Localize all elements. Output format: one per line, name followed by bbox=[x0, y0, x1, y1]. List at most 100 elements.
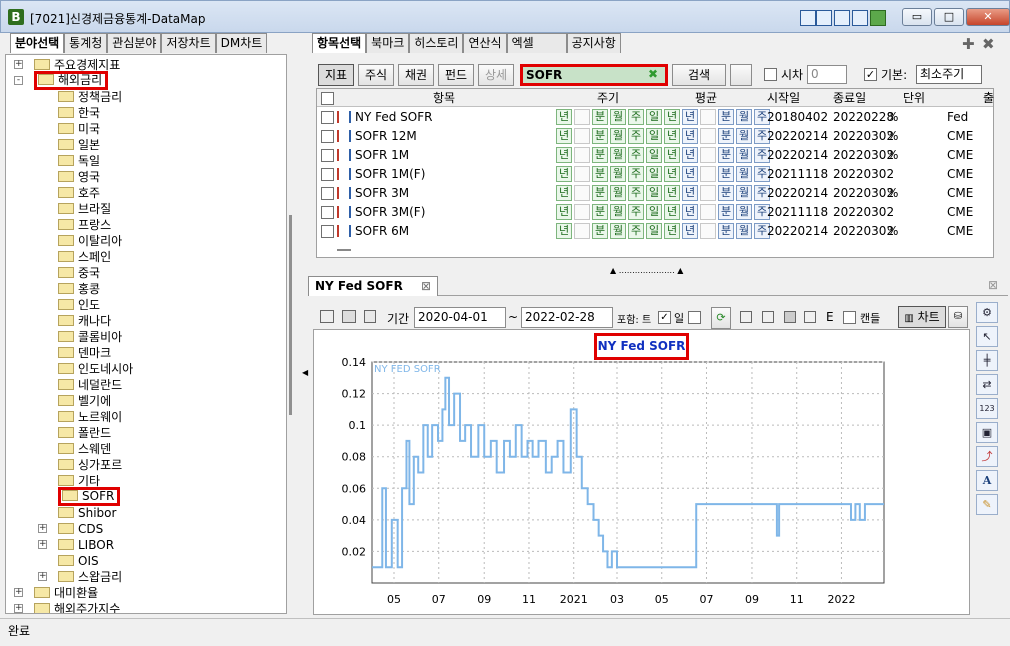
average-toggle[interactable]: 분 bbox=[718, 204, 734, 220]
candle-checkbox[interactable] bbox=[843, 311, 856, 324]
collapse-left-arrow-icon[interactable]: ◀ bbox=[302, 368, 308, 377]
period-toggle[interactable] bbox=[574, 109, 590, 125]
average-toggle[interactable] bbox=[700, 109, 716, 125]
grid-scrollbar[interactable] bbox=[337, 249, 351, 251]
period-toggle[interactable]: 월 bbox=[610, 166, 626, 182]
chart-settings-icon[interactable]: ⚙ bbox=[976, 302, 998, 323]
average-toggle[interactable]: 월 bbox=[736, 185, 752, 201]
period-toggle[interactable] bbox=[574, 185, 590, 201]
period-toggle[interactable]: 분 bbox=[592, 223, 608, 239]
average-toggle[interactable]: 분 bbox=[718, 223, 734, 239]
tree-item[interactable]: LIBOR bbox=[58, 537, 114, 553]
select-all-checkbox[interactable] bbox=[321, 92, 334, 105]
period-toggle[interactable]: 월 bbox=[610, 185, 626, 201]
tree-item[interactable]: 호주 bbox=[58, 185, 100, 201]
period-toggle[interactable]: 년 bbox=[556, 109, 572, 125]
folder-icon[interactable] bbox=[730, 64, 752, 86]
period-toggle[interactable]: 년 bbox=[556, 204, 572, 220]
tree-item[interactable]: 인도네시아 bbox=[58, 361, 133, 377]
open-folder-icon[interactable] bbox=[342, 310, 356, 323]
period-toggle[interactable] bbox=[574, 223, 590, 239]
period-toggle[interactable]: 년 bbox=[664, 204, 680, 220]
close-panel-icon[interactable]: ✖ bbox=[982, 35, 995, 53]
period-toggle[interactable]: 년 bbox=[556, 166, 572, 182]
data-label-icon[interactable]: 123 bbox=[976, 398, 998, 419]
average-toggle[interactable] bbox=[700, 223, 716, 239]
average-toggle[interactable]: 년 bbox=[682, 128, 698, 144]
chart-tab[interactable]: NY Fed SOFR ⊠ bbox=[308, 276, 438, 296]
tree-expander-icon[interactable]: + bbox=[14, 588, 23, 597]
row-checkbox[interactable] bbox=[321, 168, 334, 181]
tree-item[interactable]: 노르웨이 bbox=[58, 409, 122, 425]
row-checkbox[interactable] bbox=[321, 111, 334, 124]
tree-item[interactable]: CDS bbox=[58, 521, 103, 537]
period-toggle[interactable]: 주 bbox=[628, 109, 644, 125]
close-button[interactable]: ✕ bbox=[966, 8, 1010, 26]
row-checkbox[interactable] bbox=[321, 225, 334, 238]
minimize-button[interactable]: ▭ bbox=[902, 8, 932, 26]
maximize-button[interactable]: □ bbox=[934, 8, 964, 26]
average-toggle[interactable]: 분 bbox=[718, 147, 734, 163]
average-toggle[interactable] bbox=[700, 128, 716, 144]
tree-item[interactable]: 이탈리아 bbox=[58, 233, 122, 249]
period-toggle[interactable]: 월 bbox=[610, 223, 626, 239]
tree-item[interactable]: SOFR bbox=[58, 487, 121, 506]
clear-search-icon[interactable]: ✖ bbox=[648, 67, 658, 81]
cursor-icon[interactable]: ↖ bbox=[976, 326, 998, 347]
average-toggle[interactable]: 년 bbox=[682, 147, 698, 163]
period-toggle[interactable]: 월 bbox=[610, 204, 626, 220]
period-toggle[interactable]: 일 bbox=[646, 147, 662, 163]
average-toggle[interactable]: 분 bbox=[718, 185, 734, 201]
tree-item[interactable]: 덴마크 bbox=[58, 345, 111, 361]
average-toggle[interactable]: 년 bbox=[682, 166, 698, 182]
crosshair-icon[interactable]: ╪ bbox=[976, 350, 998, 371]
table-row[interactable]: SOFR 3M(F) 년 분 월 주 일 년 년 분 월 주 20211118 20220302 CME bbox=[317, 203, 993, 222]
table-row[interactable]: SOFR 1M 년 분 월 주 일 년 년 분 월 주 20220214 20220302% CME bbox=[317, 146, 993, 165]
save-chart-icon[interactable] bbox=[740, 311, 752, 323]
help-icon[interactable] bbox=[870, 10, 886, 26]
panel-icon[interactable]: ▣ bbox=[976, 422, 998, 443]
average-toggle[interactable] bbox=[700, 147, 716, 163]
filter-bond-button[interactable]: 채권 bbox=[398, 64, 434, 86]
tree-expander-icon[interactable]: + bbox=[38, 572, 47, 581]
plus-icon[interactable]: ✚ bbox=[962, 35, 975, 53]
chart-mode-button[interactable]: ▥ 차트 bbox=[898, 306, 946, 328]
average-toggle[interactable] bbox=[700, 204, 716, 220]
period-toggle[interactable]: 분 bbox=[592, 147, 608, 163]
refresh-icon[interactable]: ⟳ bbox=[711, 307, 731, 329]
tree-item[interactable]: 스왑금리 bbox=[58, 569, 122, 585]
tree-item[interactable]: 한국 bbox=[58, 105, 100, 121]
average-toggle[interactable]: 월 bbox=[736, 128, 752, 144]
tree-item[interactable]: 홍콩 bbox=[58, 281, 100, 297]
tree-expander-icon[interactable]: + bbox=[38, 524, 47, 533]
period-toggle[interactable] bbox=[574, 128, 590, 144]
period-toggle[interactable]: 년 bbox=[664, 223, 680, 239]
filter-fund-button[interactable]: 펀드 bbox=[438, 64, 474, 86]
period-toggle[interactable]: 일 bbox=[646, 109, 662, 125]
tree-item[interactable]: 브라질 bbox=[58, 201, 111, 217]
day-checkbox[interactable] bbox=[688, 311, 701, 324]
shift-spinner[interactable]: 0 bbox=[807, 65, 847, 84]
table-row[interactable]: SOFR 1M(F) 년 분 월 주 일 년 년 분 월 주 20211118 20220302 CME bbox=[317, 165, 993, 184]
close-tab-icon[interactable]: ⊠ bbox=[421, 277, 431, 295]
period-toggle[interactable] bbox=[574, 147, 590, 163]
average-toggle[interactable]: 분 bbox=[718, 128, 734, 144]
period-toggle[interactable]: 주 bbox=[628, 223, 644, 239]
average-toggle[interactable]: 월 bbox=[736, 147, 752, 163]
period-toggle[interactable]: 일 bbox=[646, 204, 662, 220]
average-toggle[interactable]: 분 bbox=[718, 109, 734, 125]
table-row[interactable]: SOFR 12M 년 분 월 주 일 년 년 분 월 주 20220214 20220302% CME bbox=[317, 127, 993, 146]
layout-icon[interactable] bbox=[800, 10, 816, 26]
date-from-input[interactable]: 2020-04-01 bbox=[414, 307, 506, 328]
tree-expander-icon[interactable]: + bbox=[14, 60, 23, 69]
tab-statistics-korea[interactable]: 통계청 bbox=[64, 33, 108, 53]
save-icon[interactable] bbox=[834, 10, 850, 26]
row-checkbox[interactable] bbox=[321, 206, 334, 219]
period-toggle[interactable]: 일 bbox=[646, 223, 662, 239]
period-toggle[interactable]: 년 bbox=[556, 128, 572, 144]
copy-icon[interactable] bbox=[762, 311, 774, 323]
period-toggle[interactable]: 년 bbox=[664, 166, 680, 182]
average-toggle[interactable]: 월 bbox=[736, 223, 752, 239]
e-label[interactable]: E bbox=[826, 310, 834, 324]
tab-dm-charts[interactable]: DM차트 bbox=[215, 33, 268, 53]
